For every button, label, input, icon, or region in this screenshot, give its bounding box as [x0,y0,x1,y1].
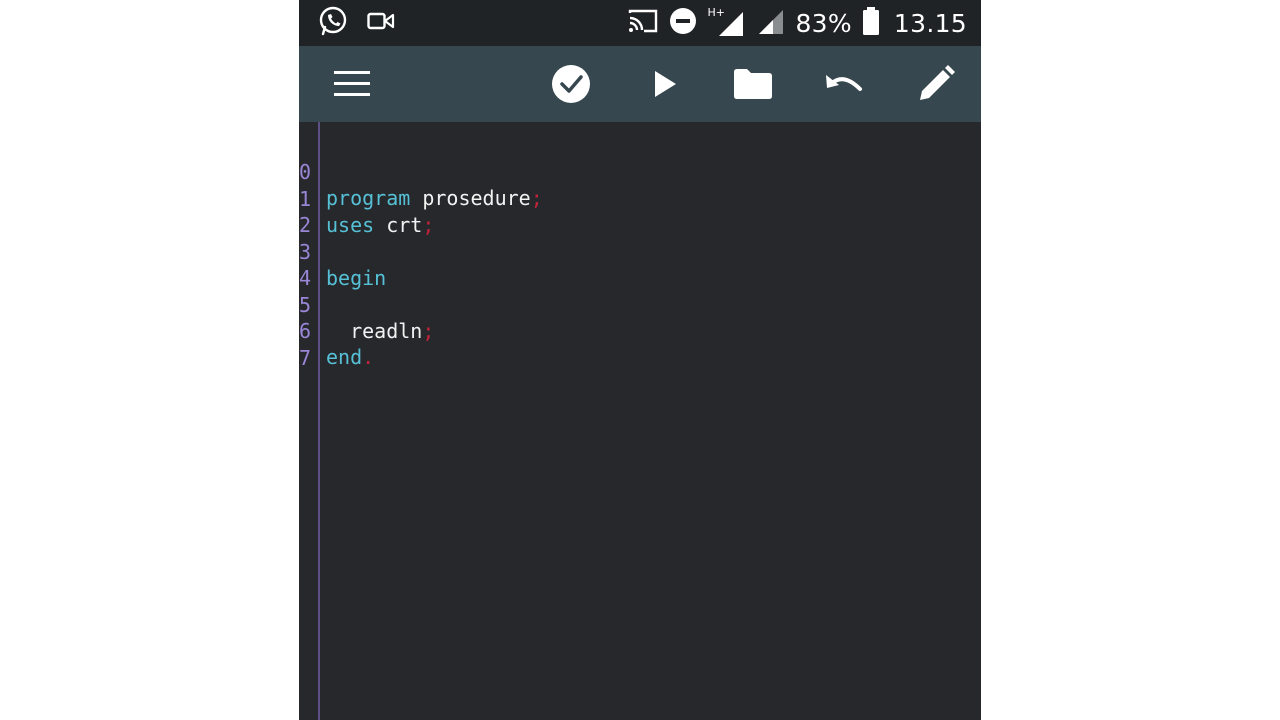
edit-button[interactable] [916,64,956,104]
menu-icon [334,71,370,96]
phone-screen: H+ 83% 13.15 0 program prosedure; 1 uses… [299,0,981,720]
code-line: 1 uses crt; [299,160,434,237]
undo-icon [826,75,862,91]
run-button[interactable] [645,64,685,104]
status-bar: H+ 83% 13.15 [299,0,981,46]
code-line: 2 [299,186,371,237]
video-icon [367,11,395,35]
code-line: 0 program prosedure; [299,133,543,210]
cast-icon [627,8,659,38]
code-line: 5 readln; [299,266,434,343]
whatsapp-icon [317,5,349,41]
punctuation: ; [530,186,543,210]
battery-percent: 83% [795,8,852,38]
line-number: 7 [299,345,312,370]
clock: 13.15 [893,8,967,38]
play-icon [655,71,676,97]
folder-icon [734,69,772,99]
compile-button[interactable] [551,64,591,104]
code-line: 7 [299,319,371,370]
code-editor[interactable]: 0 program prosedure; 1 uses crt; 2 3 beg… [299,122,981,720]
code-line: 3 begin [299,213,386,290]
hplus-signal-icon: H+ [707,6,745,38]
editor-toolbar [299,46,981,122]
punctuation: ; [422,318,435,343]
punctuation: ; [422,212,435,237]
open-file-button[interactable] [733,64,773,104]
code-line: 4 [299,239,371,290]
menu-button[interactable] [332,64,372,104]
check-icon [552,65,590,103]
undo-button[interactable] [824,64,864,104]
signal-icon [755,6,785,40]
do-not-disturb-icon [669,7,697,39]
pencil-icon [920,65,955,100]
battery-icon [862,6,880,40]
identifier: crt [374,212,423,237]
identifier: prosedure [410,186,531,210]
code-line: 6 end. [299,292,374,369]
